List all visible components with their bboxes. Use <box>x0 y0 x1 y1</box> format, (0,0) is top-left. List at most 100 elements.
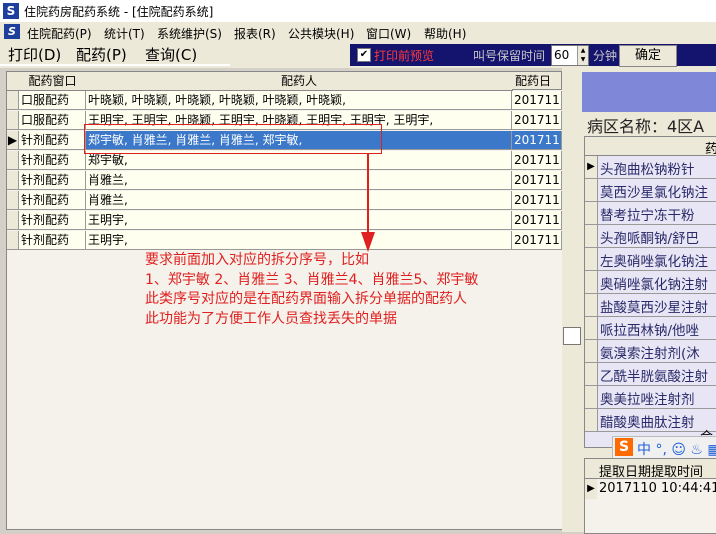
menu-item-statistics[interactable]: 统计(T) <box>104 25 145 42</box>
menu-item-window[interactable]: 窗口(W) <box>366 25 411 42</box>
call-number-stepper[interactable]: 60 ▲ ▼ <box>551 45 589 66</box>
drug-row[interactable]: 哌拉西林钠/他唑 <box>585 317 716 340</box>
drug-name[interactable]: 左奥硝唑氯化钠注 <box>600 250 708 270</box>
cell-window[interactable]: 针剂配药 <box>19 151 86 170</box>
tab-query[interactable]: 查询(C) <box>145 44 197 66</box>
highlight-box <box>84 124 382 154</box>
extraction-datetime[interactable]: 2017110 10:44:41 <box>599 481 716 496</box>
annotation-line: 此类序号对应的是在配药界面输入拆分单据的配药人 <box>145 291 467 307</box>
cell-window[interactable]: 针剂配药 <box>19 231 86 250</box>
print-preview-label: 打印前预览 <box>374 49 435 63</box>
extraction-grid: 提取日期提取时间 ▶ 2017110 10:44:41 <box>584 458 716 534</box>
scroll-knob[interactable] <box>563 327 581 345</box>
mdi-window-icon[interactable]: S <box>4 24 20 39</box>
drug-name[interactable]: 醋酸奥曲肽注射 <box>600 411 695 431</box>
drug-row[interactable]: 头孢哌酮钠/舒巴 <box>585 225 716 248</box>
drug-name[interactable]: 头孢曲松钠粉针 <box>600 158 695 178</box>
stepper-arrows-icon[interactable]: ▲ ▼ <box>577 46 588 65</box>
drug-name[interactable]: 替考拉宁冻干粉 <box>600 204 695 224</box>
cell-date[interactable]: 201711 <box>512 91 562 110</box>
drug-row[interactable]: 乙酰半胱氨酸注射 <box>585 363 716 386</box>
current-row-arrow-icon[interactable]: ▶ <box>7 131 19 150</box>
drug-row[interactable]: 替考拉宁冻干粉 <box>585 202 716 225</box>
drug-name[interactable]: 氨溴索注射剂(沐 <box>600 342 700 362</box>
col-header-date[interactable]: 配药日 <box>512 72 562 90</box>
print-preview-checkbox[interactable]: ✔ <box>357 48 371 62</box>
row-indicator <box>585 225 598 247</box>
col-header-person[interactable]: 配药人 <box>86 72 513 91</box>
cell-person[interactable]: 肖雅兰, <box>86 171 512 190</box>
drug-row[interactable]: 醋酸奥曲肽注射 <box>585 409 716 432</box>
drug-row[interactable]: 奥美拉唑注射剂 <box>585 386 716 409</box>
row-indicator <box>585 202 598 224</box>
drug-name[interactable]: 奥美拉唑注射剂 <box>600 388 695 408</box>
cell-date[interactable]: 201711 <box>512 211 562 230</box>
window-title: 住院药房配药系统 - [住院配药系统] <box>24 5 214 19</box>
cell-date[interactable]: 201711 <box>512 191 562 210</box>
row-indicator[interactable] <box>7 171 19 190</box>
menu-item-help[interactable]: 帮助(H) <box>424 25 466 42</box>
cell-window[interactable]: 口服配药 <box>19 111 86 130</box>
drug-row[interactable]: 氨溴索注射剂(沐 <box>585 340 716 363</box>
table-row[interactable]: 针剂配药 王明宇, 201711 <box>7 211 562 231</box>
menu-item-reports[interactable]: 报表(R) <box>234 25 276 42</box>
cell-person[interactable]: 肖雅兰, <box>86 191 512 210</box>
row-indicator[interactable] <box>7 211 19 230</box>
cell-person[interactable]: 叶晓颖, 叶晓颖, 叶晓颖, 叶晓颖, 叶晓颖, 叶晓颖, <box>86 91 512 110</box>
cell-date[interactable]: 201711 <box>512 231 562 250</box>
table-row[interactable]: 口服配药 叶晓颖, 叶晓颖, 叶晓颖, 叶晓颖, 叶晓颖, 叶晓颖, 20171… <box>7 91 562 111</box>
menu-item-system-maintenance[interactable]: 系统维护(S) <box>157 25 222 42</box>
tab-print[interactable]: 打印(D) <box>8 44 61 66</box>
drug-name[interactable]: 乙酰半胱氨酸注射 <box>600 365 708 385</box>
table-row[interactable]: ▶ 2017110 10:44:41 <box>585 479 716 499</box>
row-indicator[interactable] <box>7 151 19 170</box>
cell-date[interactable]: 201711 <box>512 111 562 130</box>
drug-row[interactable]: ▶ 头孢曲松钠粉针 <box>585 156 716 179</box>
cell-date[interactable]: 201711 <box>512 171 562 190</box>
cell-person[interactable]: 王明宇, <box>86 231 512 250</box>
cell-date[interactable]: 201711 <box>512 131 562 150</box>
extraction-header-label: 提取日期提取时间 <box>599 465 704 480</box>
sogou-logo-icon[interactable]: S <box>615 438 633 456</box>
drug-row[interactable]: 盐酸莫西沙星注射 <box>585 294 716 317</box>
drug-name[interactable]: 奥硝唑氯化钠注射 <box>600 273 708 293</box>
col-header-window[interactable]: 配药窗口 <box>19 72 87 91</box>
tab-dispense[interactable]: 配药(P) <box>76 44 127 66</box>
ok-button[interactable]: 确定 <box>619 45 677 67</box>
current-row-arrow-icon: ▶ <box>585 156 598 178</box>
drug-name[interactable]: 盐酸莫西沙星注射 <box>600 296 708 316</box>
call-number-value[interactable]: 60 <box>554 48 569 62</box>
cell-window[interactable]: 针剂配药 <box>19 171 86 190</box>
cell-window[interactable]: 针剂配药 <box>19 131 86 150</box>
drug-grid-header[interactable]: 药品 <box>585 137 716 176</box>
menu-item-dispense[interactable]: 住院配药(P) <box>27 25 92 42</box>
cell-window[interactable]: 口服配药 <box>19 91 86 110</box>
table-row[interactable]: 针剂配药 王明宇, 201711 <box>7 231 562 251</box>
menu-item-public-modules[interactable]: 公共模块(H) <box>288 25 354 42</box>
drug-row[interactable]: 莫西沙星氯化钠注 <box>585 179 716 202</box>
extraction-grid-header[interactable]: 提取日期提取时间 <box>585 459 716 480</box>
splitter-scrollbar[interactable] <box>562 68 582 532</box>
row-indicator[interactable] <box>7 231 19 250</box>
menu-bar: S 住院配药(P) 统计(T) 系统维护(S) 报表(R) 公共模块(H) 窗口… <box>0 22 716 42</box>
row-indicator[interactable] <box>7 111 19 130</box>
drug-name[interactable]: 头孢哌酮钠/舒巴 <box>600 227 699 247</box>
tab-underline <box>0 64 230 66</box>
table-row[interactable]: 针剂配药 郑宇敏, 201711 <box>7 151 562 171</box>
cell-date[interactable]: 201711 <box>512 151 562 170</box>
row-indicator[interactable] <box>7 91 19 110</box>
row-indicator[interactable] <box>7 191 19 210</box>
drug-name[interactable]: 哌拉西林钠/他唑 <box>600 319 699 339</box>
table-row[interactable]: 针剂配药 肖雅兰, 201711 <box>7 171 562 191</box>
drug-row[interactable]: 左奥硝唑氯化钠注 <box>585 248 716 271</box>
ime-status-icons[interactable]: 中 °, ☺ ♨ ▦ <box>637 439 716 459</box>
annotation-text: 要求前面加入对应的拆分序号，比如 1、郑宇敏 2、肖雅兰 3、肖雅兰4、肖雅兰5… <box>145 251 478 329</box>
ime-toolbar[interactable]: S 中 °, ☺ ♨ ▦ <box>612 436 716 460</box>
cell-window[interactable]: 针剂配药 <box>19 211 86 230</box>
cell-person[interactable]: 王明宇, <box>86 211 512 230</box>
drug-name[interactable]: 莫西沙星氯化钠注 <box>600 181 708 201</box>
cell-window[interactable]: 针剂配药 <box>19 191 86 210</box>
row-indicator <box>585 340 598 362</box>
table-row[interactable]: 针剂配药 肖雅兰, 201711 <box>7 191 562 211</box>
drug-row[interactable]: 奥硝唑氯化钠注射 <box>585 271 716 294</box>
